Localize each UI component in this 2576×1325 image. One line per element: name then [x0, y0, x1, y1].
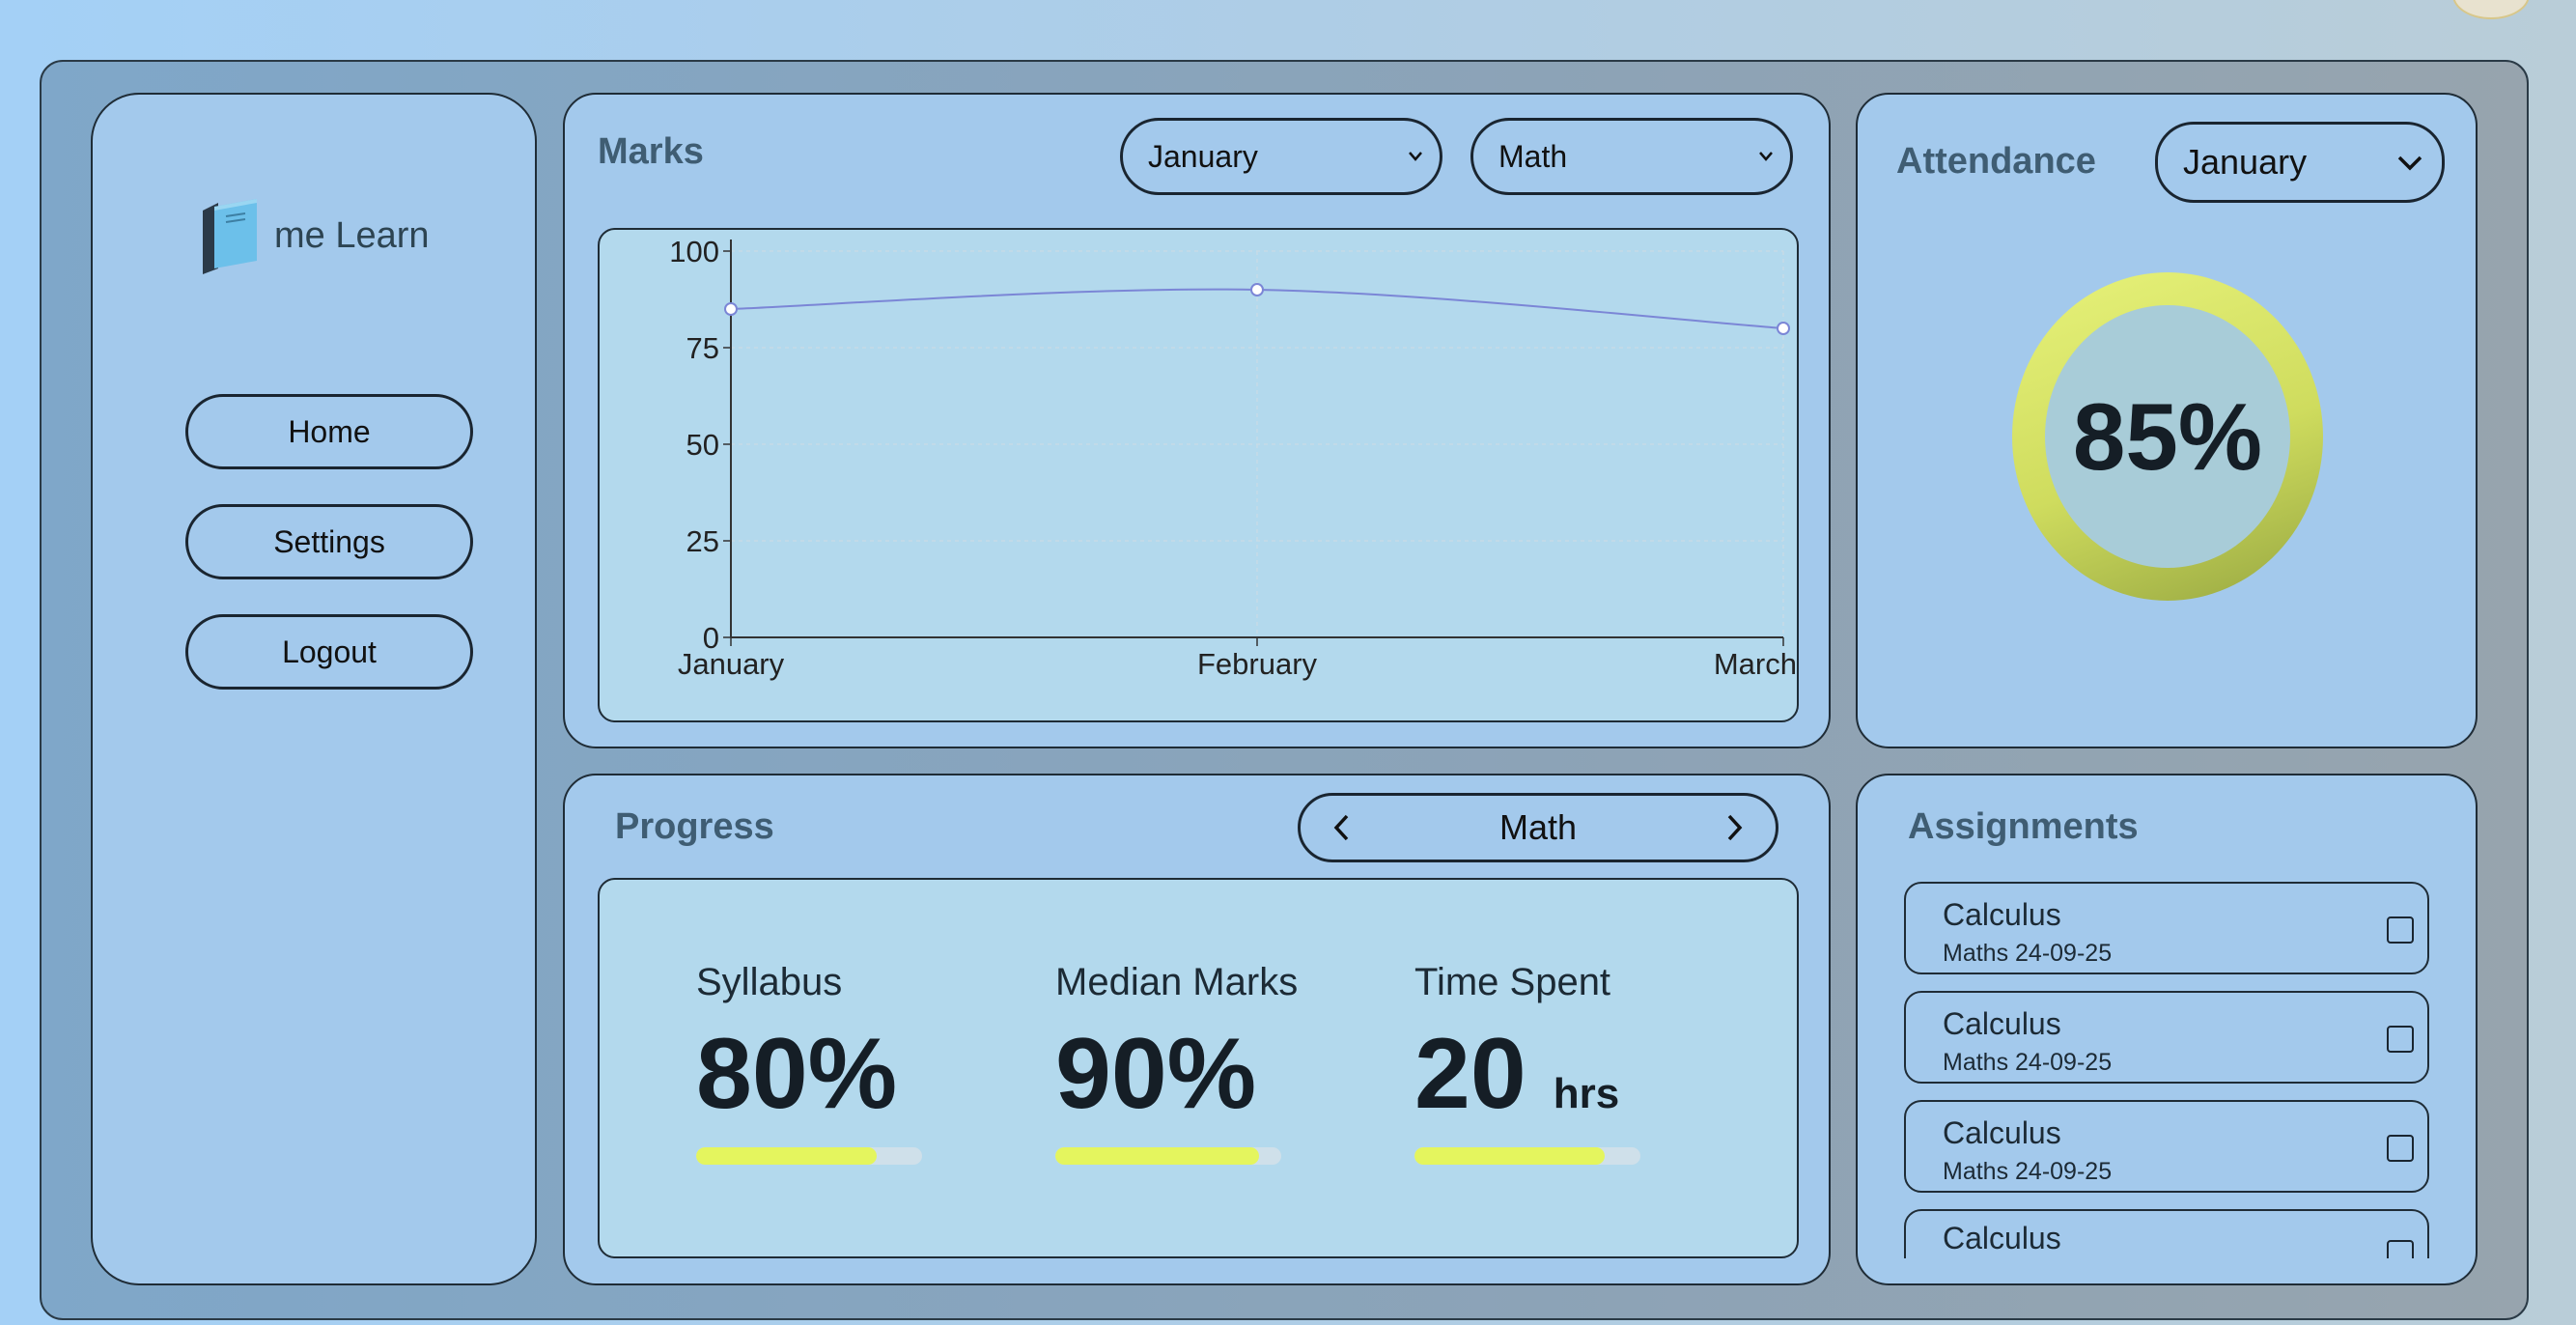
list-item[interactable]: Calculus Maths 24-09-25	[1904, 991, 2429, 1084]
assignment-subtitle: Maths 24-09-25	[1943, 1049, 2113, 1076]
median-marks-stat: Median Marks 90%	[1055, 961, 1298, 1165]
logout-button[interactable]: Logout	[185, 614, 473, 690]
stat-label: Median Marks	[1055, 961, 1299, 1003]
chevron-down-icon	[1759, 152, 1773, 161]
book-icon	[203, 199, 257, 274]
data-point	[1250, 283, 1264, 296]
x-tick-label: March	[1714, 647, 1797, 681]
y-tick-label: 100	[669, 235, 719, 268]
attendance-month-select[interactable]: January	[2155, 122, 2445, 203]
assignments-list[interactable]: Calculus Maths 24-09-25 Calculus Maths 2…	[1904, 880, 2433, 1258]
assignment-checkbox[interactable]	[2387, 1135, 2414, 1162]
assignment-checkbox[interactable]	[2387, 1240, 2414, 1258]
list-item[interactable]: Calculus	[1904, 1209, 2429, 1258]
assignment-subtitle: Maths 24-09-25	[1943, 940, 2113, 967]
assignments-panel: Assignments Calculus Maths 24-09-25 Calc…	[1856, 774, 2478, 1285]
stat-value: 90%	[1055, 1018, 1257, 1130]
corner-decoration	[2452, 0, 2530, 19]
stat-value: 20	[1414, 1018, 1526, 1130]
app-name: me Learn	[274, 214, 430, 256]
attendance-title: Attendance	[1896, 141, 2096, 182]
data-point	[724, 302, 738, 316]
progress-title: Progress	[615, 806, 774, 847]
home-button[interactable]: Home	[185, 394, 473, 469]
stat-value: 80%	[696, 1018, 898, 1130]
attendance-panel: Attendance January 85%	[1856, 93, 2478, 748]
assignment-checkbox[interactable]	[2387, 1026, 2414, 1053]
stat-unit: hrs	[1553, 1070, 1620, 1117]
y-tick-label: 25	[686, 524, 719, 558]
subject-pager: Math	[1298, 793, 1778, 862]
assignment-title: Calculus	[1943, 1115, 2061, 1150]
time-spent-stat: Time Spent 20 hrs	[1414, 961, 1640, 1165]
stat-label: Syllabus	[696, 961, 843, 1003]
x-tick-label: February	[1197, 647, 1318, 681]
progress-stats: Syllabus 80% Median Marks 90% Time Spent…	[598, 878, 1799, 1258]
assignment-title: Calculus	[1943, 1006, 2061, 1041]
app-logo[interactable]: me Learn	[197, 197, 430, 274]
marks-subject-select[interactable]: Math	[1470, 118, 1793, 195]
settings-button[interactable]: Settings	[185, 504, 473, 579]
time-spent-progress-bar	[1414, 1147, 1640, 1165]
stat-label: Time Spent	[1414, 961, 1611, 1003]
sidebar: me Learn Home Settings Logout	[91, 93, 537, 1285]
list-item[interactable]: Calculus Maths 24-09-25	[1904, 1100, 2429, 1193]
y-tick-label: 50	[686, 428, 719, 462]
median-marks-progress-bar	[1055, 1147, 1281, 1165]
chevron-right-icon[interactable]	[1718, 811, 1750, 844]
pager-subject: Math	[1498, 807, 1578, 847]
marks-chart: 0 25 50 75 100 January February March	[598, 228, 1799, 722]
x-tick-label: January	[678, 647, 785, 681]
assignment-checkbox[interactable]	[2387, 916, 2414, 944]
attendance-month-value: January	[2183, 142, 2308, 182]
marks-panel: Marks January Math 0 25 50 75 100 January Febr…	[563, 93, 1831, 748]
chevron-down-icon	[1409, 152, 1422, 161]
syllabus-progress-bar	[696, 1147, 922, 1165]
syllabus-stat: Syllabus 80%	[696, 961, 922, 1165]
chevron-left-icon[interactable]	[1326, 811, 1358, 844]
list-item[interactable]: Calculus Maths 24-09-25	[1904, 882, 2429, 974]
marks-subject-value: Math	[1498, 138, 1568, 174]
assignments-title: Assignments	[1908, 806, 2139, 847]
marks-month-value: January	[1148, 138, 1258, 174]
marks-title: Marks	[598, 131, 704, 172]
assignment-title: Calculus	[1943, 1221, 2061, 1255]
marks-month-select[interactable]: January	[1120, 118, 1442, 195]
progress-panel: Progress Math Syllabus 80% Median Marks …	[563, 774, 1831, 1285]
assignment-subtitle: Maths 24-09-25	[1943, 1158, 2113, 1185]
attendance-value: 85%	[2072, 382, 2263, 490]
chevron-down-icon	[2397, 155, 2422, 171]
y-tick-label: 75	[686, 331, 719, 365]
marks-line-chart: 0255075100January February March	[669, 235, 1797, 681]
assignment-title: Calculus	[1943, 897, 2061, 932]
data-point	[1777, 322, 1790, 335]
